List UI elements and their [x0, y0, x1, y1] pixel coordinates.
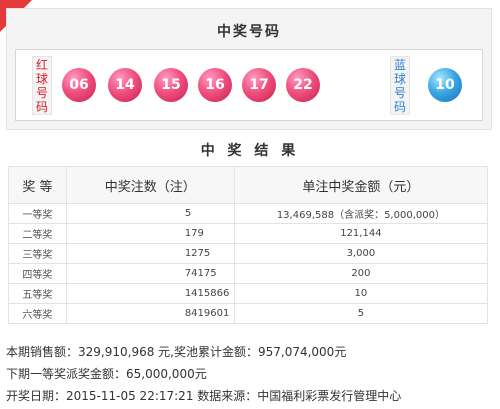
results-title: 中 奖 结 果	[200, 143, 300, 159]
red-ball-4: 16	[198, 68, 232, 102]
prize-amount: 13,469,588（含派奖：5,000,000）	[233, 203, 489, 224]
table-header-row: 奖 等 中奖注数（注） 单注中奖金额（元）	[8, 166, 489, 204]
prize-table: 奖 等 中奖注数（注） 单注中奖金额（元） 一等奖 5 13,469,588（含…	[8, 166, 489, 324]
prize-level: 四等奖	[8, 263, 67, 284]
prize-amount: 5	[233, 303, 489, 324]
table-row: 五等奖 1415866 10	[8, 283, 489, 304]
winner-count: 1415866	[65, 283, 235, 304]
prize-amount: 10	[233, 283, 489, 304]
header-level: 奖 等	[8, 166, 67, 204]
prize-level: 五等奖	[8, 283, 67, 304]
prize-level: 一等奖	[8, 203, 67, 224]
blue-ball-label: 蓝球号码	[390, 56, 410, 115]
winning-numbers-title: 中奖号码	[217, 24, 281, 40]
prize-amount: 200	[233, 263, 489, 284]
red-ball-6: 22	[286, 68, 320, 102]
red-ball-5: 17	[242, 68, 276, 102]
table-row: 六等奖 8419601 5	[8, 303, 489, 324]
winner-count: 179	[65, 223, 235, 244]
prize-level: 六等奖	[8, 303, 67, 324]
winner-count: 5	[65, 203, 235, 224]
winner-count: 1275	[65, 243, 235, 264]
blue-ball: 10	[428, 68, 462, 102]
red-ball-label: 红球号码	[32, 56, 52, 115]
table-row: 三等奖 1275 3,000	[8, 243, 489, 264]
red-ball-2: 14	[108, 68, 142, 102]
winning-numbers-panel: 中奖号码 红球号码 06 14 15 16 17 22 蓝球号码 10	[6, 8, 492, 130]
winner-count: 8419601	[65, 303, 235, 324]
balls-box: 红球号码 06 14 15 16 17 22 蓝球号码 10	[15, 49, 483, 121]
winner-count: 74175	[65, 263, 235, 284]
table-row: 一等奖 5 13,469,588（含派奖：5,000,000）	[8, 203, 489, 224]
prize-level: 三等奖	[8, 243, 67, 264]
red-ball-3: 15	[154, 68, 188, 102]
table-row: 四等奖 74175 200	[8, 263, 489, 284]
red-ball-1: 06	[62, 68, 96, 102]
header-count: 中奖注数（注）	[65, 166, 235, 204]
prize-amount: 3,000	[233, 243, 489, 264]
header-amount: 单注中奖金额（元）	[233, 166, 489, 204]
prize-amount: 121,144	[233, 223, 489, 244]
next-prize-info: 下期一等奖派奖金额：65,000,000元	[6, 367, 207, 381]
prize-level: 二等奖	[8, 223, 67, 244]
table-row: 二等奖 179 121,144	[8, 223, 489, 244]
sales-info: 本期销售额：329,910,968 元,奖池累计金额：957,074,000元	[6, 345, 347, 359]
draw-date-info: 开奖日期：2015-11-05 22:17:21 数据来源：中国福利彩票发行管理…	[6, 389, 402, 403]
